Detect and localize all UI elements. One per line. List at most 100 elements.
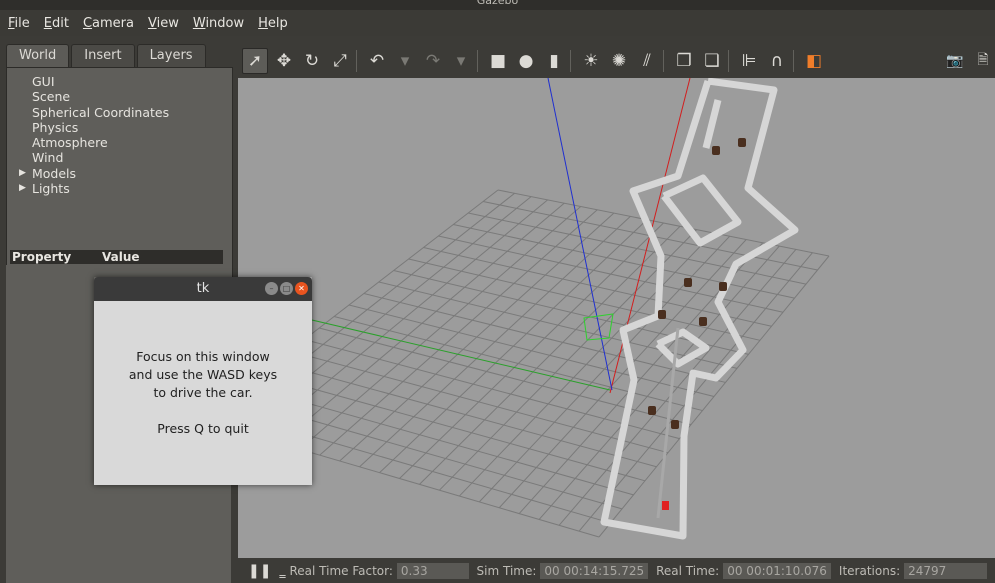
select-mode-icon[interactable]: ➚ <box>242 48 268 74</box>
spot-light-icon[interactable]: ✺ <box>607 49 631 73</box>
step-button[interactable]: ‗ <box>279 564 285 578</box>
obstacle-marker <box>719 282 727 291</box>
obstacle-marker <box>738 138 746 147</box>
tree-item-label: Scene <box>32 89 71 105</box>
panel-tabs: World Insert Layers <box>6 44 208 67</box>
scene-render <box>238 78 830 540</box>
menu-edit[interactable]: Edit <box>44 16 69 31</box>
obstacle-marker <box>671 420 679 429</box>
undo-dropdown-icon[interactable]: ▾ <box>393 49 417 73</box>
toolbar-separator <box>793 50 794 72</box>
tree-item-label: Models <box>32 165 77 181</box>
copy-icon[interactable]: ❐ <box>672 49 696 73</box>
maze-inner-wall <box>661 174 742 247</box>
toolbar-separator <box>728 50 729 72</box>
tab-insert[interactable]: Insert <box>71 44 135 67</box>
translate-mode-icon[interactable]: ✥ <box>272 49 296 73</box>
menu-help[interactable]: Help <box>258 16 288 31</box>
status-bar: ❚❚ ‗ Real Time Factor: 0.33 Sim Time: 00… <box>238 558 995 583</box>
maze-inner-wall <box>702 99 722 149</box>
tab-layers[interactable]: Layers <box>136 44 206 67</box>
tk-title-bar[interactable]: tk – □ ✕ <box>94 277 312 301</box>
pause-button[interactable]: ❚❚ <box>248 563 271 579</box>
menu-view[interactable]: View <box>148 16 179 31</box>
scale-mode-icon[interactable]: ⤢ <box>328 49 352 73</box>
toolbar-separator <box>356 50 357 72</box>
toolbar-separator <box>570 50 571 72</box>
scene-viewport[interactable] <box>238 78 995 558</box>
box-icon[interactable]: ■ <box>486 49 510 73</box>
tree-item-lights[interactable]: ▶ Lights <box>7 181 232 196</box>
cylinder-icon[interactable]: ▮ <box>542 49 566 73</box>
z-axis-line <box>547 78 613 391</box>
log-icon[interactable]: 🗎 <box>971 49 995 73</box>
tk-message-line: Press Q to quit <box>157 421 249 436</box>
sim-time-label: Sim Time: <box>476 563 537 578</box>
real-time-label: Real Time: <box>656 563 720 578</box>
tree-item-label: Physics <box>32 119 79 135</box>
tk-message-line: to drive the car. <box>153 385 253 400</box>
property-header: Property Value <box>10 250 223 264</box>
undo-icon[interactable]: ↶ <box>365 49 389 73</box>
grid-line <box>468 212 807 285</box>
menu-camera[interactable]: Camera <box>83 16 134 31</box>
minimize-icon[interactable]: – <box>265 282 278 295</box>
redo-icon[interactable]: ↷ <box>421 49 445 73</box>
expand-arrow-icon[interactable]: ▶ <box>19 166 26 181</box>
rotate-mode-icon[interactable]: ↻ <box>300 49 324 73</box>
menu-file[interactable]: File <box>8 16 30 31</box>
maximize-icon[interactable]: □ <box>280 282 293 295</box>
tree-item-gui[interactable]: GUI <box>7 74 232 89</box>
tk-dialog[interactable]: tk – □ ✕ Focus on this window and use the… <box>94 277 312 485</box>
obstacle-marker <box>684 278 692 287</box>
car-marker <box>662 501 669 510</box>
real-time-value: 00 00:01:10.076 <box>723 562 831 579</box>
tree-item-scene[interactable]: Scene <box>7 89 232 104</box>
tree-item-label: Atmosphere <box>32 135 108 151</box>
tree-item-label: Wind <box>32 150 64 166</box>
tk-title: tk <box>196 281 210 296</box>
window-title: Gazebo <box>0 0 995 10</box>
directional-light-icon[interactable]: ⫽ <box>635 49 659 73</box>
tree-item-atmosphere[interactable]: Atmosphere <box>7 135 232 150</box>
tree-item-wind[interactable]: Wind <box>7 150 232 165</box>
sphere-icon[interactable]: ● <box>514 49 538 73</box>
tree-item-label: GUI <box>32 74 55 89</box>
paste-icon[interactable]: ❏ <box>700 49 724 73</box>
toolbar-separator <box>477 50 478 72</box>
tk-message-line: and use the WASD keys <box>128 367 278 382</box>
view-angle-icon[interactable]: ◧ <box>802 49 826 73</box>
value-column-header: Value <box>102 250 140 264</box>
toolbar-separator <box>663 50 664 72</box>
property-column-header: Property <box>12 250 72 264</box>
redo-dropdown-icon[interactable]: ▾ <box>449 49 473 73</box>
tk-message-line: Focus on this window <box>136 349 270 364</box>
sim-time-value: 00 00:14:15.725 <box>540 562 649 579</box>
obstacle-marker <box>712 146 720 155</box>
close-icon[interactable]: ✕ <box>295 282 308 295</box>
rtf-label: Real Time Factor: <box>289 563 393 578</box>
menu-window[interactable]: Window <box>193 16 244 31</box>
grid-line <box>558 249 797 526</box>
snap-icon[interactable]: ∩ <box>765 49 789 73</box>
obstacle-marker <box>699 317 707 326</box>
tree-item-spherical-coordinates[interactable]: Spherical Coordinates <box>7 105 232 120</box>
tree-item-models[interactable]: ▶ Models <box>7 166 232 181</box>
toolbar: ➚ ✥ ↻ ⤢ ↶ ▾ ↷ ▾ ■ ● ▮ ☀ ✺ ⫽ ❐ ❏ ⊫ ∩ ◧ 📷 🗎 <box>238 44 995 78</box>
tree-item-label: Spherical Coordinates <box>32 104 170 120</box>
point-light-icon[interactable]: ☀ <box>579 49 603 73</box>
rtf-value: 0.33 <box>396 562 469 579</box>
tree-item-label: Lights <box>32 181 70 197</box>
tab-world[interactable]: World <box>6 44 70 67</box>
expand-arrow-icon[interactable]: ▶ <box>19 181 26 196</box>
menu-bar: File Edit Camera View Window Help <box>0 10 995 36</box>
align-icon[interactable]: ⊫ <box>737 49 761 73</box>
tk-message: Focus on this window and use the WASD key… <box>94 301 312 485</box>
tree-item-physics[interactable]: Physics <box>7 120 232 135</box>
obstacle-marker <box>658 310 666 319</box>
iterations-value: 24797 <box>904 562 987 579</box>
screenshot-icon[interactable]: 📷 <box>943 49 967 73</box>
selection-outline <box>583 313 614 341</box>
tk-message-line <box>94 402 312 420</box>
obstacle-marker <box>648 406 656 415</box>
